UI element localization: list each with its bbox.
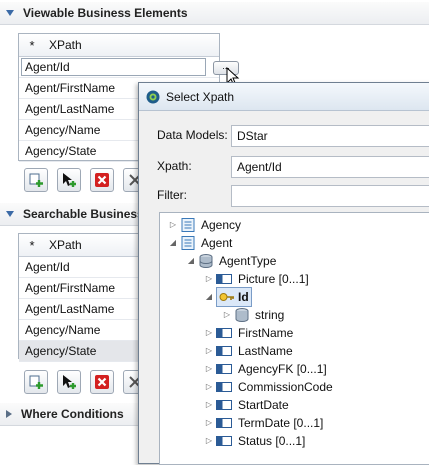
viewable-section-header[interactable]: Viewable Business Elements bbox=[0, 2, 429, 25]
select-xpath-dialog: Select Xpath Data Models: DStar Xpath: A… bbox=[138, 82, 429, 465]
searchable-section-title: Searchable Business bbox=[23, 207, 144, 221]
tree-node-status[interactable]: ▷ Status [0...1] bbox=[204, 432, 305, 450]
collapse-right-icon[interactable]: ▷ bbox=[222, 306, 232, 324]
tree-node-label: AgencyFK [0...1] bbox=[238, 362, 327, 376]
table-row-editing[interactable]: Agent/Id bbox=[19, 57, 219, 78]
tree-node-label: LastName bbox=[238, 344, 293, 358]
data-models-label: Data Models: bbox=[157, 128, 228, 142]
filter-label: Filter: bbox=[157, 188, 187, 202]
expand-down-icon bbox=[6, 10, 14, 16]
tree-node-commissioncode[interactable]: ▷ CommissionCode bbox=[204, 378, 333, 396]
tree-node-label: FirstName bbox=[238, 326, 294, 340]
dialog-app-icon bbox=[146, 90, 160, 103]
tree-node-string[interactable]: ▷ string bbox=[222, 306, 284, 324]
expand-down-icon[interactable]: ◢ bbox=[204, 288, 214, 306]
database-icon bbox=[235, 308, 249, 322]
tree-node-label: AgentType bbox=[219, 254, 277, 268]
tree-node-label: Agent bbox=[201, 236, 233, 250]
add-cursor-icon bbox=[63, 173, 76, 187]
document-icon bbox=[181, 218, 195, 232]
field-icon bbox=[216, 382, 232, 392]
document-icon bbox=[181, 236, 195, 250]
add-row-button[interactable] bbox=[24, 168, 48, 192]
collapse-right-icon[interactable]: ▷ bbox=[204, 324, 214, 342]
xpath-edit-field[interactable]: Agent/Id bbox=[21, 58, 206, 76]
field-icon bbox=[216, 436, 232, 446]
collapse-right-icon bbox=[6, 410, 12, 418]
expand-down-icon[interactable]: ◢ bbox=[186, 252, 196, 270]
add-row-icon bbox=[29, 375, 43, 389]
delete-icon bbox=[95, 375, 109, 389]
tree-node-lastname[interactable]: ▷ LastName bbox=[204, 342, 293, 360]
field-icon bbox=[216, 346, 232, 356]
tree-node-label: StartDate bbox=[238, 398, 289, 412]
xpath-field[interactable]: Agent/Id bbox=[231, 156, 429, 178]
tree-node-id[interactable]: ◢ Id bbox=[204, 287, 252, 307]
collapse-right-icon[interactable]: ▷ bbox=[204, 342, 214, 360]
add-cursor-button[interactable] bbox=[57, 168, 81, 192]
collapse-right-icon[interactable]: ▷ bbox=[204, 396, 214, 414]
tree-node-picture[interactable]: ▷ Picture [0...1] bbox=[204, 270, 309, 288]
viewable-section-title: Viewable Business Elements bbox=[23, 6, 188, 20]
collapse-right-icon[interactable]: ▷ bbox=[168, 216, 178, 234]
filter-input[interactable] bbox=[231, 185, 429, 207]
tree-node-label: Agency bbox=[201, 218, 242, 232]
star-column-icon: * bbox=[29, 237, 35, 253]
tree-node-label: Id bbox=[238, 290, 249, 304]
delete-row-button[interactable] bbox=[90, 168, 114, 192]
add-row-button[interactable] bbox=[24, 370, 48, 394]
key-icon bbox=[219, 293, 234, 301]
field-icon bbox=[216, 274, 232, 284]
tree-selection[interactable]: Id bbox=[216, 287, 252, 307]
tree-node-firstname[interactable]: ▷ FirstName bbox=[204, 324, 293, 342]
tree-node-label: CommissionCode bbox=[238, 380, 333, 394]
collapse-right-icon[interactable]: ▷ bbox=[204, 270, 214, 288]
tree-node-agent[interactable]: ◢ Agent bbox=[168, 234, 232, 252]
tree-node-termdate[interactable]: ▷ TermDate [0...1] bbox=[204, 414, 323, 432]
tree-node-startdate[interactable]: ▷ StartDate bbox=[204, 396, 289, 414]
xpath-label: Xpath: bbox=[157, 159, 192, 173]
tree-node-agencyfk[interactable]: ▷ AgencyFK [0...1] bbox=[204, 360, 327, 378]
field-icon bbox=[216, 418, 232, 428]
xpath-tree[interactable]: ▷ Agency ◢ Agent ◢ AgentType ▷ Picture [… bbox=[159, 212, 429, 465]
field-icon bbox=[216, 328, 232, 338]
add-row-icon bbox=[29, 173, 43, 187]
data-models-select[interactable]: DStar bbox=[231, 125, 429, 147]
add-cursor-button[interactable] bbox=[57, 370, 81, 394]
collapse-right-icon[interactable]: ▷ bbox=[204, 432, 214, 450]
tree-node-label: Status [0...1] bbox=[238, 434, 306, 448]
field-icon bbox=[216, 364, 232, 374]
collapse-right-icon[interactable]: ▷ bbox=[204, 414, 214, 432]
star-column-icon: * bbox=[29, 37, 35, 53]
collapse-right-icon[interactable]: ▷ bbox=[204, 360, 214, 378]
where-section-title: Where Conditions bbox=[21, 407, 124, 421]
expand-down-icon bbox=[6, 211, 14, 217]
table-header: * XPath bbox=[19, 34, 219, 57]
dialog-title-bar[interactable]: Select Xpath bbox=[139, 83, 429, 111]
delete-row-button[interactable] bbox=[90, 370, 114, 394]
database-icon bbox=[199, 254, 213, 268]
tree-node-label: Picture [0...1] bbox=[238, 272, 309, 286]
expand-down-icon[interactable]: ◢ bbox=[168, 234, 178, 252]
tree-node-label: string bbox=[255, 308, 285, 322]
tree-node-agency[interactable]: ▷ Agency bbox=[168, 216, 241, 234]
delete-icon bbox=[95, 173, 109, 187]
dialog-title: Select Xpath bbox=[166, 89, 235, 104]
xpath-column-header[interactable]: XPath bbox=[45, 238, 82, 252]
xpath-column-header[interactable]: XPath bbox=[45, 38, 82, 52]
collapse-right-icon[interactable]: ▷ bbox=[204, 378, 214, 396]
field-icon bbox=[216, 400, 232, 410]
tree-node-label: TermDate [0...1] bbox=[238, 416, 324, 430]
add-cursor-icon bbox=[63, 375, 76, 389]
tree-node-agenttype[interactable]: ◢ AgentType bbox=[186, 252, 276, 270]
